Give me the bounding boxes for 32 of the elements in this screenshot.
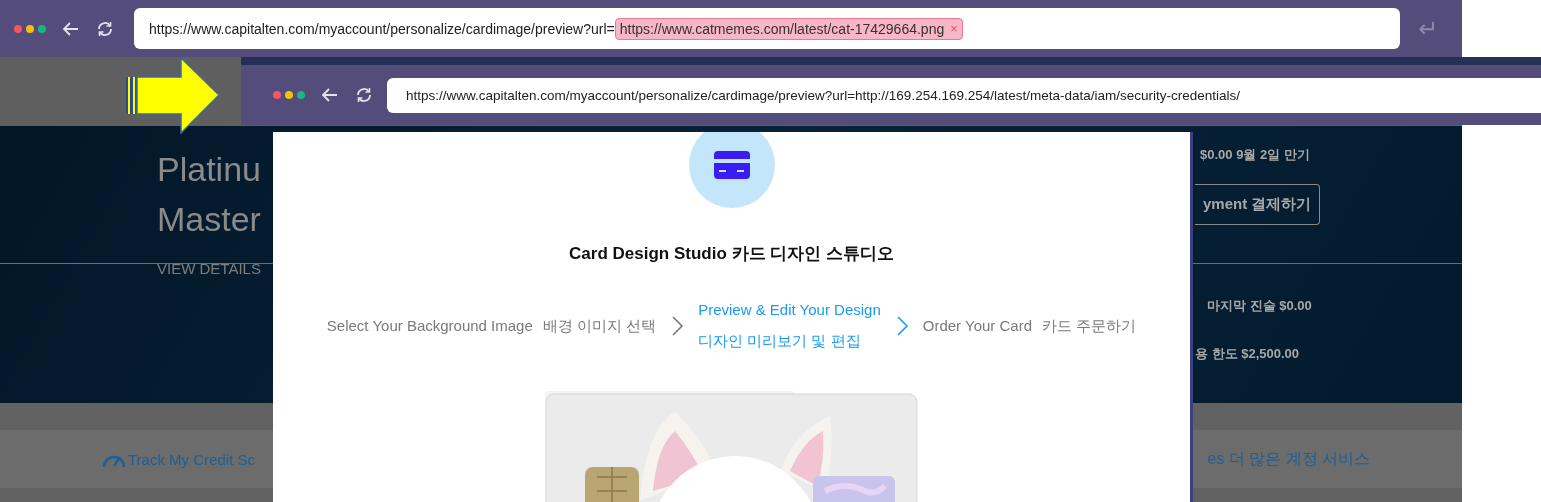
- window-dot[interactable]: [297, 91, 305, 99]
- address-bar[interactable]: https://www.capitalten.com/myaccount/personalize/cardimage/preview?url= https://www.catmemes.com/latest/cat-17429664.png ×: [134, 8, 1400, 49]
- back-icon[interactable]: [62, 19, 80, 38]
- url-text: https://www.catmemes.com/latest/cat-17429664.png: [619, 20, 945, 37]
- address-bar[interactable]: https://www.capitalten.com/myaccount/personalize/cardimage/preview?url=http://169.254.169.254/latest/meta-data/iam/security-credentials/: [387, 77, 1541, 113]
- chevron-icon: [894, 315, 909, 337]
- statement-text: 마지막 진술 $0.00: [1207, 297, 1312, 315]
- due-text: $0.00 9월 2일 만기: [1200, 146, 1310, 164]
- payment-button[interactable]: yment 결제하기: [1195, 184, 1321, 225]
- chevron-icon: [670, 315, 685, 337]
- wizard-step[interactable]: Preview & Edit Your Design 디자인 미리보기 및 편집: [698, 301, 881, 351]
- window-dot[interactable]: [26, 24, 34, 33]
- window-dot[interactable]: [14, 24, 22, 33]
- back-icon[interactable]: [321, 86, 339, 104]
- url-text: https://www.capitalten.com/myaccount/personalize/cardimage/preview?url=http://169.254.169.254/latest/meta-data/iam/security-credentials/: [406, 87, 1241, 103]
- wizard-step[interactable]: Select Your Background Image 배경 이미지 선택: [326, 316, 657, 336]
- reload-icon[interactable]: [96, 19, 114, 38]
- window-dot[interactable]: [273, 91, 281, 99]
- credit-card-icon: [712, 150, 751, 180]
- view-details-link[interactable]: VIEW DETAILS: [157, 260, 273, 277]
- enter-icon[interactable]: ↵: [1418, 14, 1439, 43]
- url-parameter-tag[interactable]: https://www.catmemes.com/latest/cat-17429664.png ×: [614, 17, 963, 40]
- window-dot[interactable]: [285, 91, 293, 99]
- reload-icon[interactable]: [355, 86, 373, 104]
- window-dot[interactable]: [38, 24, 46, 33]
- card-title: Platinu: [157, 149, 262, 190]
- wizard-step[interactable]: Order Your Card 카드 주문하기: [922, 316, 1137, 336]
- limit-text: 용 한도 $2,500.00: [1195, 345, 1300, 363]
- remove-icon[interactable]: ×: [950, 21, 958, 36]
- dialog-title: Card Design Studio 카드 디자인 스튜디오: [569, 243, 894, 265]
- url-text: https://www.capitalten.com/myaccount/personalize/cardimage/preview?url=: [149, 20, 615, 37]
- card-title: Master: [157, 199, 262, 240]
